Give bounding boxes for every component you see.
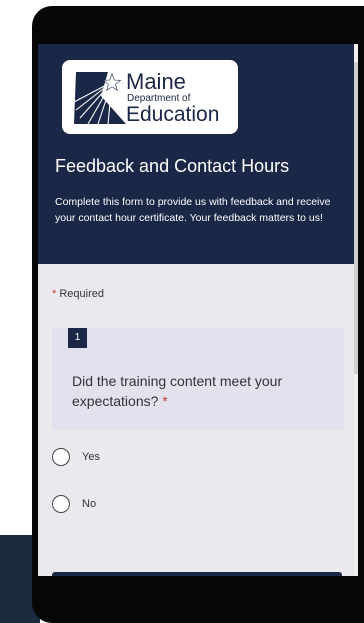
logo-line-education: Education (126, 103, 220, 126)
scrollbar-track[interactable] (354, 44, 358, 576)
form-header: Maine Department of Education Feedback a… (38, 44, 354, 264)
radio-yes[interactable] (52, 448, 70, 466)
radio-no[interactable] (52, 495, 70, 513)
question-label: Did the training content meet your expec… (72, 373, 283, 409)
device-frame: Maine Department of Education Feedback a… (32, 6, 364, 623)
question-required-star: * (162, 393, 168, 409)
required-star: * (52, 288, 57, 300)
logo-line-maine: Maine (126, 69, 186, 94)
form-title: Feedback and Contact Hours (55, 156, 290, 176)
next-button[interactable] (52, 572, 342, 576)
required-label: Required (59, 288, 104, 300)
question-card: 1 Did the training content meet your exp… (52, 328, 344, 430)
maine-star-logo-icon (73, 72, 126, 125)
logo: Maine Department of Education (62, 60, 238, 134)
question-text: Did the training content meet your expec… (72, 371, 332, 411)
option-no-label[interactable]: No (82, 498, 96, 510)
required-note: * Required (52, 288, 104, 300)
option-yes[interactable]: Yes (52, 448, 100, 466)
question-number-badge: 1 (68, 328, 87, 348)
form-description: Complete this form to provide us with fe… (55, 196, 331, 224)
option-yes-label[interactable]: Yes (82, 451, 100, 463)
scrollbar-thumb[interactable] (354, 62, 358, 374)
option-no[interactable]: No (52, 495, 96, 513)
logo-text: Maine Department of Education (126, 69, 220, 126)
form-screen: Maine Department of Education Feedback a… (38, 44, 358, 576)
